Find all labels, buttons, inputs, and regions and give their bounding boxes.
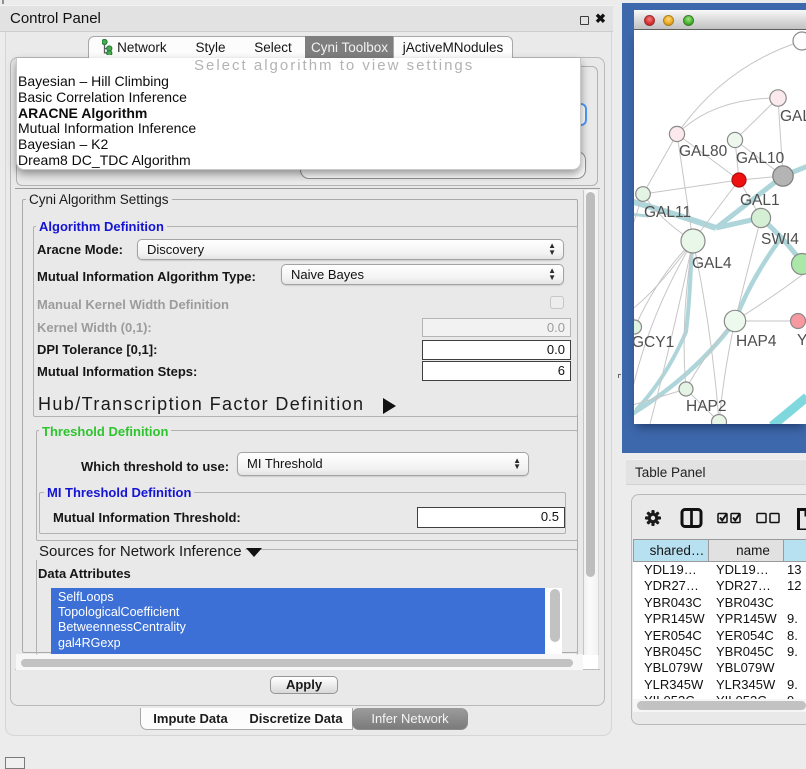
svg-text:Y: Y [797,332,806,349]
svg-text:GAL10: GAL10 [736,150,785,167]
svg-text:HAP2: HAP2 [686,398,727,415]
svg-text:GAL1: GAL1 [740,192,780,209]
svg-text:GAL11: GAL11 [644,204,691,221]
svg-text:GAL80: GAL80 [679,143,728,160]
svg-text:GAL: GAL [780,108,806,125]
svg-text:GAL4: GAL4 [692,255,732,272]
svg-text:GCY1: GCY1 [634,334,674,351]
svg-text:HAP4: HAP4 [736,333,777,350]
svg-text:SWI4: SWI4 [761,231,799,248]
